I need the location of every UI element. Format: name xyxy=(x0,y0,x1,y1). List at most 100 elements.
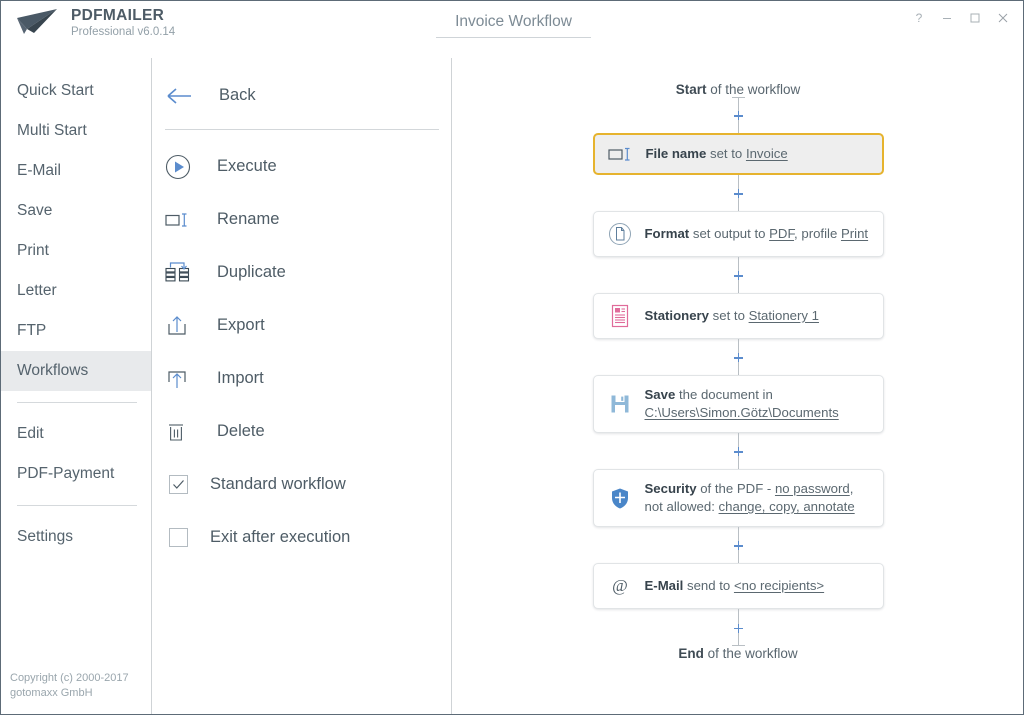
workflow-step-title: Format xyxy=(644,226,690,241)
sidebar-item-print[interactable]: Print xyxy=(1,231,151,271)
help-icon: ? xyxy=(915,11,923,25)
workflow-step-title: Stationery xyxy=(644,308,710,323)
workflow-connector xyxy=(733,175,743,211)
sidebar-item-label: Multi Start xyxy=(17,122,87,139)
sidebar-item-pdf-payment[interactable]: PDF-Payment xyxy=(1,454,151,494)
add-step-icon[interactable] xyxy=(733,271,743,280)
copyright-notice: Copyright (c) 2000-2017 gotomaxx GmbH xyxy=(10,671,129,701)
step-link[interactable]: Stationery 1 xyxy=(749,308,819,323)
stationery-icon xyxy=(605,304,635,328)
step-link[interactable]: change, copy, annotate xyxy=(719,499,855,514)
step-link[interactable]: no password xyxy=(775,481,850,496)
document-title-field[interactable]: Invoice Workflow xyxy=(436,13,591,38)
sidebar-item-workflows[interactable]: Workflows xyxy=(1,351,151,391)
import-icon xyxy=(165,366,199,392)
workflow-step-text: E-Mail send to <no recipients> xyxy=(645,577,825,595)
workflow-start-label: Start of the workflow xyxy=(676,82,801,97)
sidebar-item-quick-start[interactable]: Quick Start xyxy=(1,71,151,111)
svg-text:@: @ xyxy=(612,576,628,595)
workflow-step-save[interactable]: Save the document in C:\Users\Simon.Götz… xyxy=(592,375,884,433)
app-window: PDFMAILER Professional v6.0.14 Invoice W… xyxy=(0,0,1024,715)
sidebar: Quick Start Multi Start E-Mail Save Prin… xyxy=(1,58,152,714)
sidebar-item-email[interactable]: E-Mail xyxy=(1,151,151,191)
maximize-icon xyxy=(970,13,980,23)
sidebar-item-label: Quick Start xyxy=(17,82,94,99)
back-button[interactable]: Back xyxy=(153,58,451,105)
delete-button[interactable]: Delete xyxy=(153,405,451,458)
minimize-button[interactable] xyxy=(933,5,961,31)
sidebar-item-label: Settings xyxy=(17,528,74,545)
workflow-step-stationery[interactable]: Stationery set to Stationery 1 xyxy=(592,293,884,339)
sidebar-item-multi-start[interactable]: Multi Start xyxy=(1,111,151,151)
add-step-icon[interactable] xyxy=(733,623,743,633)
step-link[interactable]: PDF xyxy=(769,226,794,241)
connector-cap xyxy=(731,97,745,98)
workflow-start-bold: Start xyxy=(675,82,707,97)
exit-after-execution-checkbox[interactable]: Exit after execution xyxy=(153,511,451,564)
copyright-line-2: gotomaxx GmbH xyxy=(10,687,93,699)
format-document-icon xyxy=(605,222,635,246)
sidebar-item-edit[interactable]: Edit xyxy=(1,414,151,454)
step-part: set to xyxy=(706,146,746,161)
workflow-diagram: Start of the workflow File name set to I… xyxy=(453,58,1023,714)
sidebar-item-label: Edit xyxy=(17,425,44,442)
sidebar-item-label: E-Mail xyxy=(17,162,61,179)
close-icon xyxy=(998,13,1008,23)
step-part: , profile xyxy=(794,226,841,241)
standard-workflow-label: Standard workflow xyxy=(210,475,346,493)
connector-cap xyxy=(731,645,745,646)
close-button[interactable] xyxy=(989,5,1017,31)
actions-menu: Execute Rename Duplicate Export Import D… xyxy=(153,130,451,564)
workflow-step-title: Save xyxy=(644,387,676,402)
duplicate-button[interactable]: Duplicate xyxy=(153,246,451,299)
workflow-step-format[interactable]: Format set output to PDF, profile Print xyxy=(592,211,884,257)
sidebar-group-primary: Quick Start Multi Start E-Mail Save Prin… xyxy=(1,58,151,391)
brand-subtitle: Professional v6.0.14 xyxy=(71,25,176,38)
save-floppy-icon xyxy=(605,393,635,415)
add-step-icon[interactable] xyxy=(733,111,743,120)
sidebar-item-label: PDF-Payment xyxy=(17,465,115,482)
step-link[interactable]: <no recipients> xyxy=(734,578,824,593)
step-part: set output to xyxy=(689,226,770,241)
workflow-step-text: Format set output to PDF, profile Print xyxy=(645,225,869,243)
rename-button[interactable]: Rename xyxy=(153,193,451,246)
step-link[interactable]: Print xyxy=(841,226,868,241)
sidebar-item-settings[interactable]: Settings xyxy=(1,517,151,557)
workflow-step-email[interactable]: @ E-Mail send to <no recipients> xyxy=(592,563,884,609)
add-step-icon[interactable] xyxy=(733,353,743,362)
workflow-start-rest: of the workflow xyxy=(706,82,801,97)
arrow-left-icon xyxy=(165,87,199,105)
sidebar-item-letter[interactable]: Letter xyxy=(1,271,151,311)
execute-label: Execute xyxy=(217,157,277,175)
workflow-step-security[interactable]: Security of the PDF - no password, not a… xyxy=(592,469,884,527)
step-part: set to xyxy=(709,308,749,323)
add-step-icon[interactable] xyxy=(733,447,743,456)
document-title: Invoice Workflow xyxy=(455,13,572,30)
sidebar-item-ftp[interactable]: FTP xyxy=(1,311,151,351)
add-step-icon[interactable] xyxy=(733,189,743,198)
rename-label: Rename xyxy=(217,210,280,228)
duplicate-label: Duplicate xyxy=(217,263,286,281)
workflow-step-title: File name xyxy=(645,146,707,161)
delete-label: Delete xyxy=(217,422,265,440)
workflow-connector xyxy=(731,609,745,646)
import-button[interactable]: Import xyxy=(153,352,451,405)
window-controls: ? xyxy=(905,5,1017,31)
workflow-step-file-name[interactable]: File name set to Invoice xyxy=(592,133,884,175)
duplicate-icon xyxy=(165,260,199,286)
step-link[interactable]: Invoice xyxy=(746,146,788,161)
maximize-button[interactable] xyxy=(961,5,989,31)
workflow-connector xyxy=(733,433,743,469)
export-button[interactable]: Export xyxy=(153,299,451,352)
execute-button[interactable]: Execute xyxy=(153,140,451,193)
sidebar-item-save[interactable]: Save xyxy=(1,191,151,231)
workflow-step-title: Security xyxy=(644,481,697,496)
help-button[interactable]: ? xyxy=(905,5,933,31)
sidebar-divider-1 xyxy=(17,402,137,403)
add-step-icon[interactable] xyxy=(733,541,743,550)
brand-name: PDFMAILER xyxy=(71,7,165,24)
shield-icon xyxy=(605,487,635,510)
step-link[interactable]: C:\Users\Simon.Götz\Documents xyxy=(645,405,839,420)
sidebar-item-label: Letter xyxy=(17,282,57,299)
standard-workflow-checkbox[interactable]: Standard workflow xyxy=(153,458,451,511)
